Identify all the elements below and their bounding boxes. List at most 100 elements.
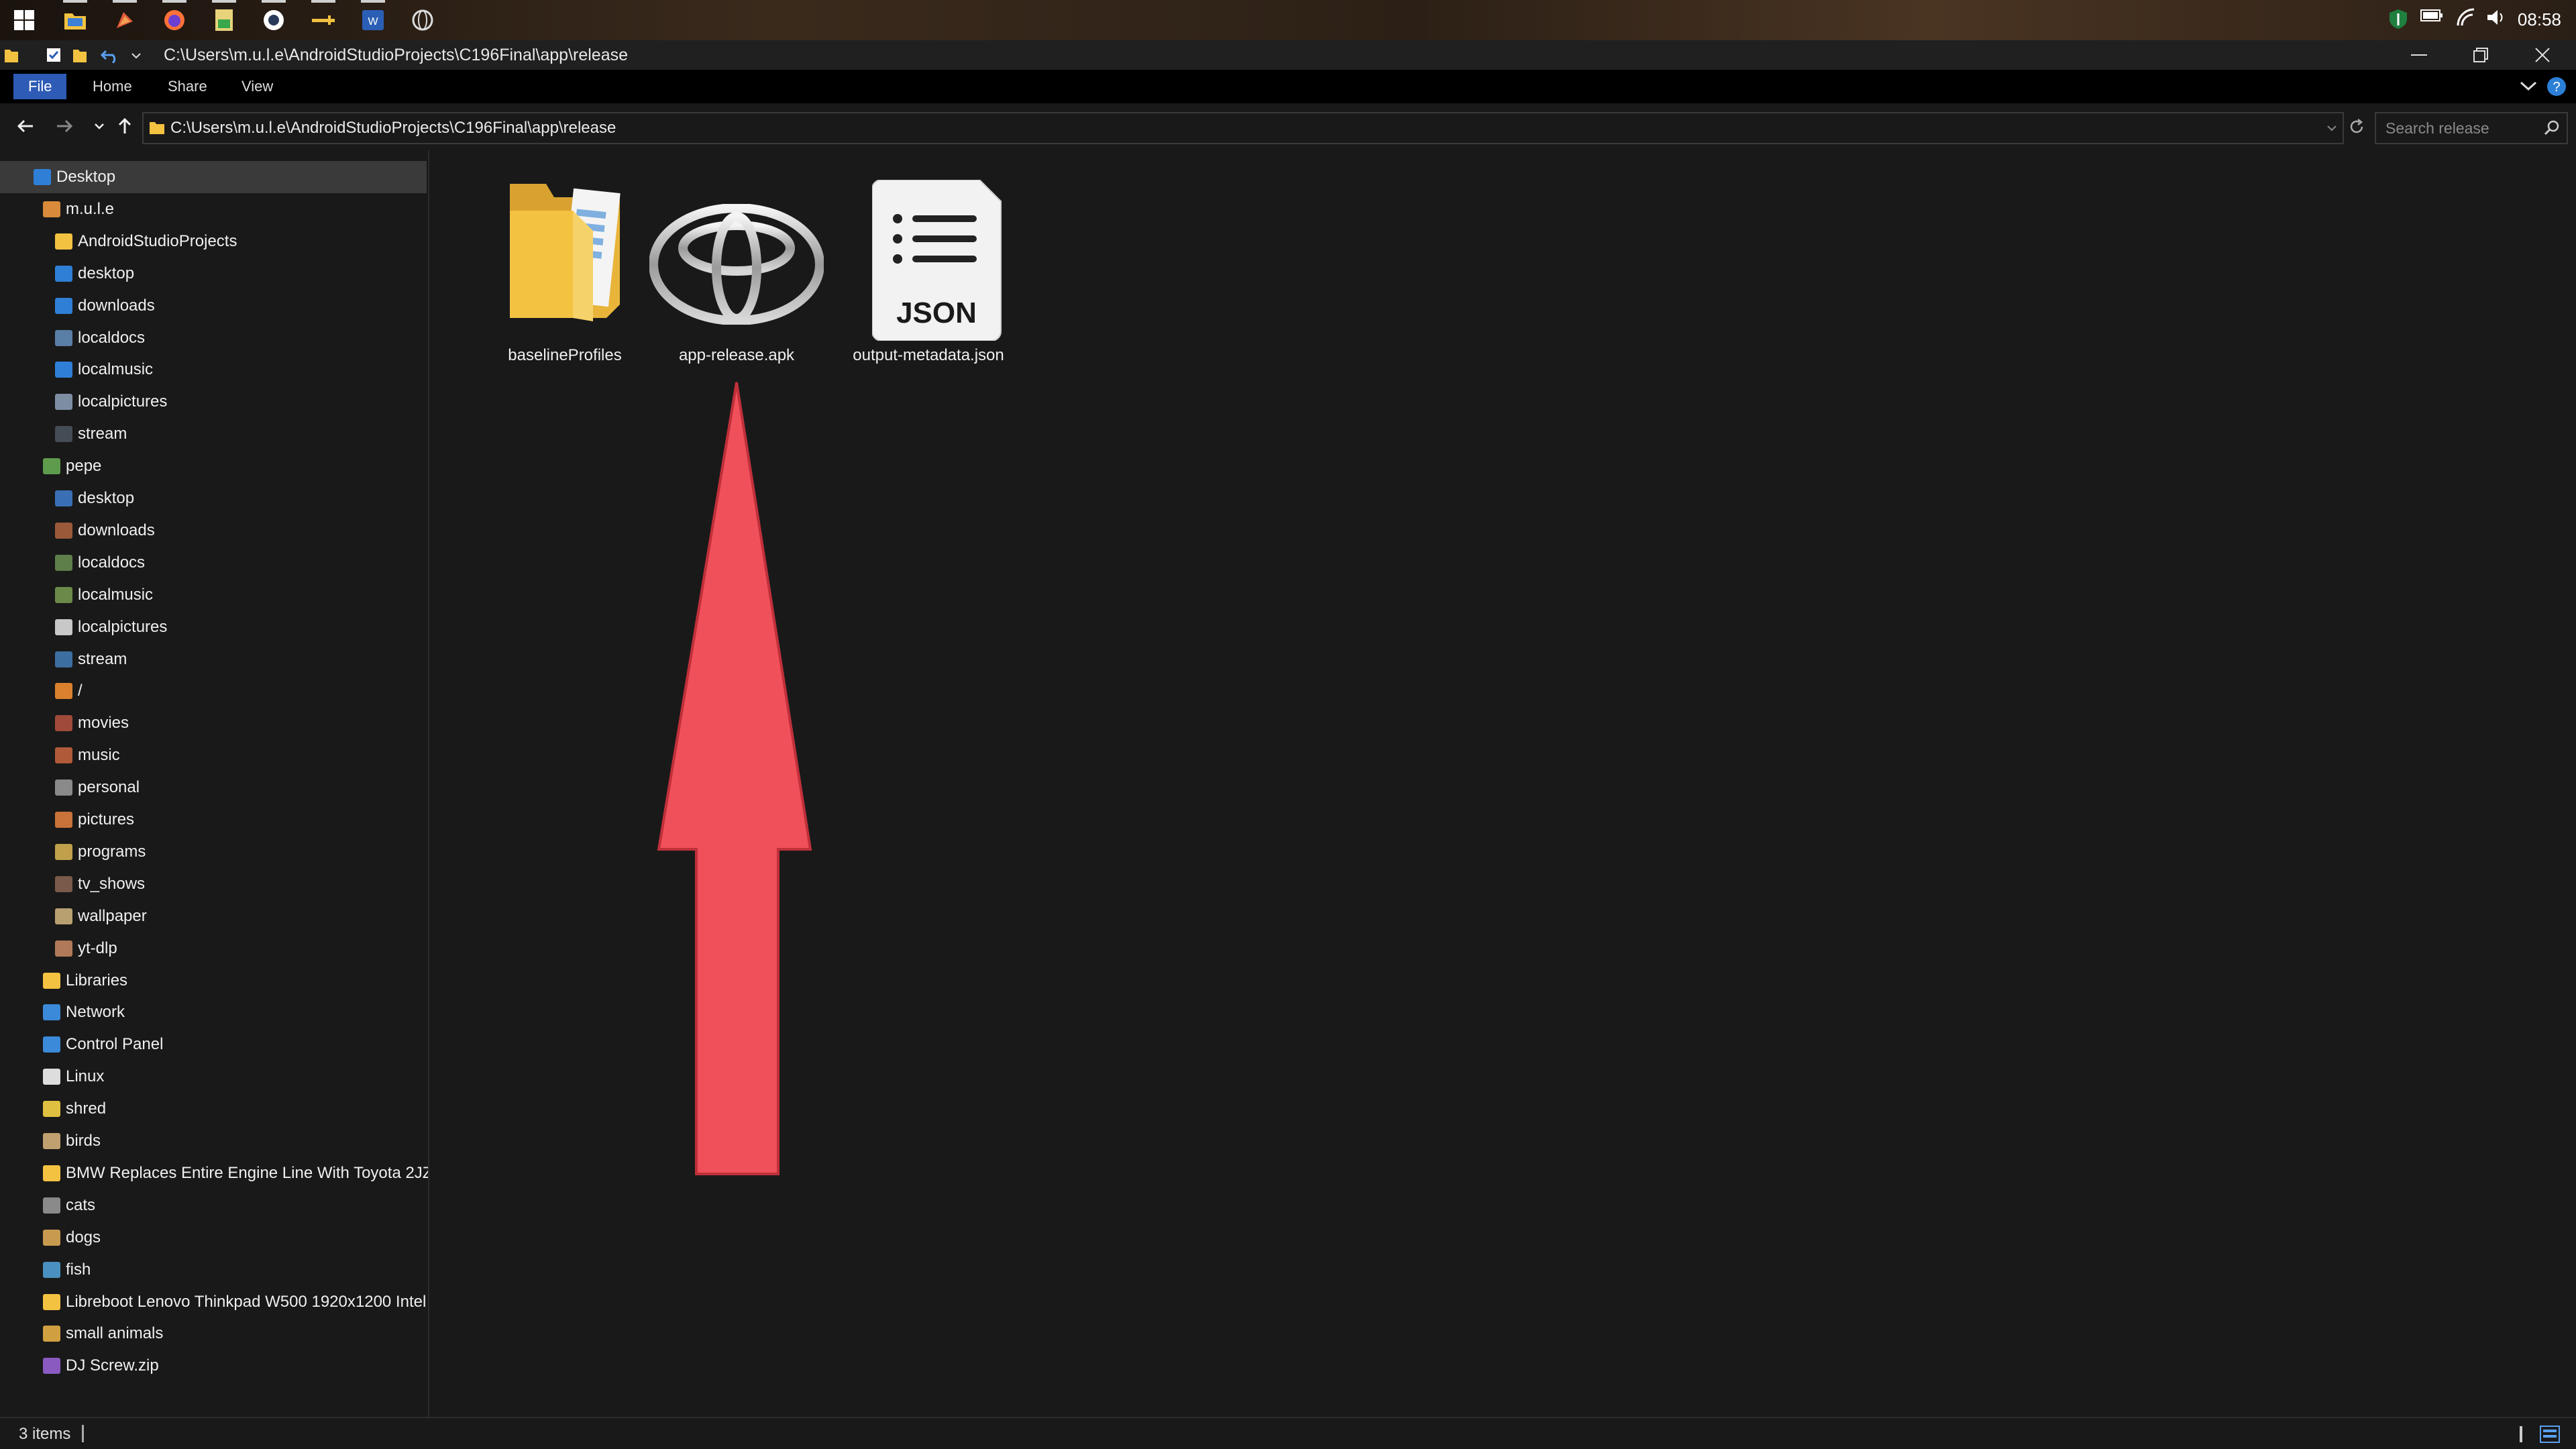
- folder-icon: [55, 329, 72, 346]
- volume-icon[interactable]: [2486, 8, 2510, 32]
- file-item-output-metadata-json[interactable]: JSON output-metadata.json: [841, 164, 1016, 378]
- wifi-icon[interactable]: [2455, 8, 2479, 32]
- new-folder-icon[interactable]: [72, 47, 87, 63]
- chevron-down-icon[interactable]: [131, 52, 141, 59]
- sidebar-item[interactable]: cats: [0, 1189, 427, 1222]
- sidebar-item[interactable]: fish: [0, 1254, 427, 1286]
- sidebar-item[interactable]: Network: [0, 996, 427, 1028]
- minimize-button[interactable]: [2388, 40, 2450, 70]
- sidebar-item[interactable]: desktop: [0, 258, 427, 290]
- sidebar-item-label: localmusic: [78, 585, 154, 604]
- arrow-left-icon: [17, 119, 33, 133]
- folder-icon[interactable]: [60, 0, 90, 35]
- sidebar-item[interactable]: Libreboot Lenovo Thinkpad W500 1920x1200…: [0, 1286, 427, 1318]
- restore-button[interactable]: [2450, 40, 2512, 70]
- word-icon[interactable]: W: [358, 0, 388, 35]
- refresh-icon[interactable]: [2348, 118, 2365, 136]
- tab-share[interactable]: Share: [153, 74, 222, 99]
- details-view-icon[interactable]: [2514, 1425, 2533, 1444]
- sidebar-item[interactable]: dogs: [0, 1222, 427, 1254]
- sidebar-item[interactable]: localdocs: [0, 322, 427, 354]
- document-green-icon[interactable]: [209, 0, 239, 35]
- forward-button[interactable]: [51, 113, 78, 140]
- close-button[interactable]: [2512, 40, 2573, 70]
- chevron-down-icon[interactable]: [2326, 125, 2337, 131]
- sidebar-item[interactable]: tv_shows: [0, 868, 427, 900]
- shield-icon[interactable]: [2388, 8, 2412, 32]
- large-icons-view-icon[interactable]: [2540, 1425, 2560, 1444]
- pen-tool-icon[interactable]: [110, 0, 140, 35]
- sidebar-item[interactable]: stream: [0, 643, 427, 676]
- sidebar-item[interactable]: pepe: [0, 450, 427, 482]
- sidebar-item[interactable]: localmusic: [0, 579, 427, 611]
- sidebar-item[interactable]: stream: [0, 418, 427, 450]
- windows-logo-icon[interactable]: [9, 5, 39, 35]
- sidebar-item[interactable]: localdocs: [0, 547, 427, 579]
- sidebar-item[interactable]: wallpaper: [0, 900, 427, 932]
- help-icon[interactable]: ?: [2546, 76, 2567, 97]
- sidebar-item[interactable]: Control Panel: [0, 1028, 427, 1061]
- firefox-icon[interactable]: [160, 0, 189, 35]
- sidebar-item[interactable]: Linux: [0, 1061, 427, 1093]
- sidebar-item-label: /: [78, 682, 83, 700]
- clock[interactable]: 08:58: [2518, 9, 2561, 30]
- sidebar-item-label: small animals: [66, 1324, 164, 1343]
- red-arrow-annotation: [657, 382, 812, 1175]
- sidebar-item[interactable]: localpictures: [0, 386, 427, 418]
- address-text[interactable]: C:\Users\m.u.l.e\AndroidStudioProjects\C…: [170, 119, 616, 138]
- sidebar-item[interactable]: DJ Screw.zip: [0, 1350, 427, 1382]
- sidebar-item[interactable]: yt-dlp: [0, 932, 427, 965]
- sidebar-item[interactable]: pictures: [0, 804, 427, 836]
- sidebar-item-label: Desktop: [56, 168, 116, 186]
- search-input[interactable]: [2384, 117, 2534, 139]
- sidebar-item[interactable]: personal: [0, 771, 427, 804]
- folder-icon: [43, 1133, 60, 1149]
- folder-icon: [55, 651, 72, 667]
- properties-icon[interactable]: [46, 47, 62, 63]
- sidebar-item[interactable]: desktop: [0, 482, 427, 515]
- folder-icon: [510, 184, 621, 321]
- sidebar-item-label: Linux: [66, 1067, 105, 1086]
- address-bar[interactable]: C:\Users\m.u.l.e\AndroidStudioProjects\C…: [142, 112, 2344, 144]
- key-icon[interactable]: [309, 0, 338, 35]
- sidebar-item[interactable]: music: [0, 739, 427, 771]
- sidebar-item[interactable]: downloads: [0, 515, 427, 547]
- sidebar-item[interactable]: movies: [0, 707, 427, 739]
- folder-icon: [55, 362, 72, 378]
- sidebar-item[interactable]: m.u.l.e: [0, 193, 427, 225]
- undo-icon[interactable]: [101, 48, 119, 63]
- sidebar-item-label: localdocs: [78, 328, 146, 347]
- sidebar-item[interactable]: localpictures: [0, 611, 427, 643]
- file-item-app-release-apk[interactable]: app-release.apk: [649, 164, 824, 378]
- sidebar-item[interactable]: shred: [0, 1093, 427, 1125]
- sidebar-item-label: dogs: [66, 1228, 101, 1246]
- search-box[interactable]: [2375, 112, 2568, 144]
- globe-icon[interactable]: [408, 5, 437, 35]
- sidebar-item[interactable]: small animals: [0, 1318, 427, 1350]
- sidebar-item[interactable]: /: [0, 675, 427, 707]
- sidebar-item[interactable]: Libraries: [0, 965, 427, 997]
- gear-circle-icon[interactable]: [259, 0, 288, 35]
- svg-text:?: ?: [2553, 80, 2560, 95]
- recent-locations-button[interactable]: [86, 113, 113, 140]
- chevron-down-icon: [95, 123, 104, 129]
- up-button[interactable]: [111, 113, 138, 140]
- file-item-baselineprofiles[interactable]: baselineProfiles: [478, 164, 652, 378]
- expand-ribbon-icon[interactable]: [2520, 80, 2537, 91]
- search-icon[interactable]: [2544, 119, 2560, 136]
- sidebar-item[interactable]: downloads: [0, 290, 427, 322]
- sidebar-item[interactable]: localmusic: [0, 354, 427, 386]
- sidebar-item[interactable]: Desktop: [0, 161, 427, 193]
- tab-file[interactable]: File: [13, 74, 67, 99]
- tab-home[interactable]: Home: [78, 74, 147, 99]
- sidebar-item[interactable]: birds: [0, 1125, 427, 1157]
- tab-view[interactable]: View: [227, 74, 288, 99]
- battery-icon[interactable]: [2420, 8, 2445, 32]
- back-button[interactable]: [12, 113, 39, 140]
- folder-icon: [43, 201, 60, 217]
- sidebar-item[interactable]: programs: [0, 836, 427, 868]
- sidebar-item[interactable]: AndroidStudioProjects: [0, 225, 427, 258]
- sidebar-item[interactable]: BMW Replaces Entire Engine Line With Toy…: [0, 1157, 428, 1189]
- file-name: app-release.apk: [678, 346, 795, 364]
- svg-text:W: W: [368, 16, 378, 28]
